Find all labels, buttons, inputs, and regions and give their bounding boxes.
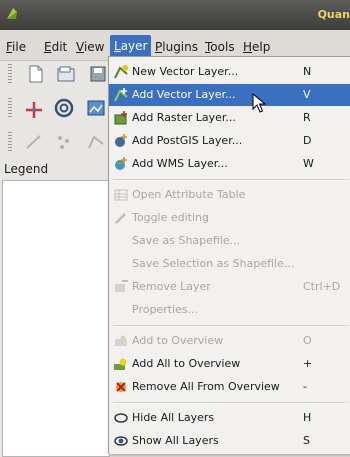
menu-separator — [113, 179, 347, 181]
menu-edit[interactable]: Edit — [42, 38, 69, 56]
toolbar-grip[interactable] — [8, 132, 12, 152]
pan-icon[interactable] — [24, 100, 44, 120]
menu-plugins[interactable]: Plugins — [153, 38, 200, 56]
menu-item-show-all-layers[interactable]: Show All Layers S — [109, 430, 350, 452]
attribute-table-icon — [114, 189, 128, 201]
add-all-to-overview-icon — [114, 358, 127, 370]
capture-line-icon[interactable] — [24, 132, 44, 152]
menu-item-save-selection-as-shapefile[interactable]: Save Selection as Shapefile... — [109, 253, 350, 275]
legend-title: Legend — [4, 162, 49, 176]
menu-layer[interactable]: Layer — [110, 35, 152, 57]
menu-item-properties[interactable]: Properties... — [109, 299, 350, 321]
toolbar-grip[interactable] — [8, 64, 12, 84]
capture-polygon-icon[interactable] — [86, 132, 106, 152]
menu-tools[interactable]: Tools — [203, 38, 237, 56]
new-vector-layer-icon — [114, 65, 128, 79]
add-wms-layer-icon — [115, 157, 127, 170]
menu-item-hide-all-layers[interactable]: Hide All Layers H — [109, 407, 350, 429]
menu-item-remove-layer[interactable]: Remove Layer Ctrl+D — [109, 276, 350, 298]
open-project-icon[interactable] — [56, 64, 76, 84]
add-to-overview-icon — [115, 335, 127, 346]
menu-item-remove-all-from-overview[interactable]: Remove All From Overview - — [109, 376, 350, 398]
remove-all-from-overview-icon — [116, 382, 126, 392]
layer-menu-dropdown: New Vector Layer... N Add Vector Layer..… — [108, 56, 350, 454]
menu-item-save-as-shapefile[interactable]: Save as Shapefile... — [109, 230, 350, 252]
menu-separator — [113, 325, 347, 327]
digitizing-toolbar — [8, 128, 113, 156]
toolbar-grip[interactable] — [8, 98, 12, 118]
menu-help[interactable]: Help — [241, 38, 272, 56]
show-all-layers-icon — [114, 436, 128, 446]
remove-layer-icon — [115, 280, 128, 292]
pencil-icon — [115, 213, 126, 224]
hide-all-layers-icon — [114, 413, 128, 423]
file-toolbar — [8, 60, 113, 88]
title-bar: Quan — [0, 0, 350, 30]
zoom-full-icon[interactable] — [54, 98, 74, 118]
add-postgis-layer-icon — [115, 134, 127, 147]
add-vector-layer-icon — [114, 88, 128, 102]
qgis-logo-icon — [7, 8, 17, 19]
menu-item-toggle-editing[interactable]: Toggle editing — [109, 207, 350, 229]
map-navigation-toolbar — [8, 94, 113, 122]
mouse-cursor-icon — [252, 93, 266, 113]
menu-item-add-to-overview[interactable]: Add to Overview O — [109, 330, 350, 352]
menu-item-add-wms-layer[interactable]: Add WMS Layer... W — [109, 153, 350, 175]
new-project-icon[interactable] — [26, 64, 46, 84]
menu-separator — [113, 402, 347, 404]
capture-point-icon[interactable] — [54, 132, 74, 152]
save-project-icon[interactable] — [88, 64, 108, 84]
map-tip-icon[interactable] — [86, 98, 106, 118]
menu-item-add-vector-layer[interactable]: Add Vector Layer... V — [109, 84, 350, 106]
menu-item-open-attribute-table[interactable]: Open Attribute Table — [109, 184, 350, 206]
menu-item-add-all-to-overview[interactable]: Add All to Overview + — [109, 353, 350, 375]
window-title: Quan — [317, 8, 350, 21]
menu-item-add-postgis-layer[interactable]: Add PostGIS Layer... D — [109, 130, 350, 152]
add-raster-layer-icon — [114, 111, 127, 125]
legend-panel[interactable] — [2, 180, 110, 457]
menu-file[interactable]: File — [4, 38, 28, 56]
menu-item-add-raster-layer[interactable]: Add Raster Layer... R — [109, 107, 350, 129]
menu-item-new-vector-layer[interactable]: New Vector Layer... N — [109, 61, 350, 83]
menu-view[interactable]: View — [74, 38, 106, 56]
